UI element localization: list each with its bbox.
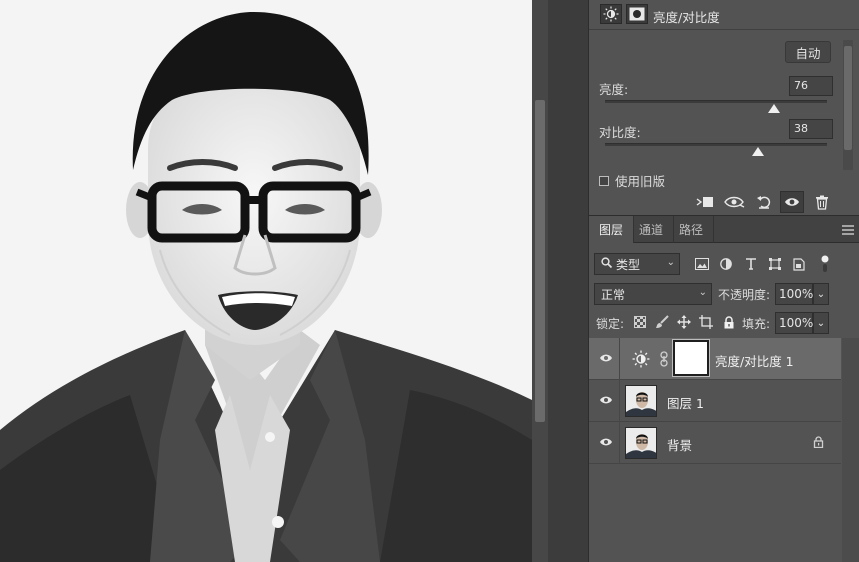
adjustment-sun-icon xyxy=(632,350,650,371)
use-legacy-checkbox[interactable] xyxy=(599,175,609,186)
brightness-slider-thumb[interactable] xyxy=(767,104,780,113)
layer-thumbnail[interactable] xyxy=(625,427,657,459)
layer-lock-icon xyxy=(813,436,824,451)
panel-dock-strip xyxy=(548,0,588,562)
reset-icon[interactable] xyxy=(752,191,776,213)
auto-button[interactable]: 自动 xyxy=(785,41,831,63)
fill-label: 填充: xyxy=(742,317,771,331)
contrast-label: 对比度: xyxy=(599,125,641,140)
mask-icon[interactable] xyxy=(626,4,648,24)
lock-all-icon[interactable] xyxy=(720,314,738,330)
layer-name[interactable]: 背景 xyxy=(667,435,692,454)
opacity-input[interactable]: 100% xyxy=(775,283,813,305)
search-icon xyxy=(601,257,613,271)
contrast-slider-track[interactable] xyxy=(605,143,827,146)
layer-filter-value: 类型 xyxy=(616,257,641,272)
panel-menu-icon[interactable] xyxy=(842,224,854,238)
portrait-photo xyxy=(0,0,532,562)
layer-visibility-icon[interactable] xyxy=(597,351,615,365)
lock-artboard-icon[interactable] xyxy=(697,314,715,330)
properties-title: 亮度/对比度 xyxy=(653,10,720,25)
lock-transparent-pixels-icon[interactable] xyxy=(631,314,649,330)
properties-toolbar xyxy=(589,188,859,216)
layer-mask-thumbnail[interactable] xyxy=(672,339,710,377)
opacity-label: 不透明度: xyxy=(718,288,771,302)
brightness-slider-track[interactable] xyxy=(605,100,827,103)
properties-panel-body: 自动 亮度: 76 对比度: 38 使用旧版 xyxy=(589,30,859,190)
type-layer-filter-icon[interactable] xyxy=(742,256,760,272)
smart-object-filter-icon[interactable] xyxy=(790,256,808,272)
properties-panel-header: 亮度/对比度 xyxy=(589,0,859,30)
tab-paths[interactable]: 路径 xyxy=(669,216,715,243)
chevron-down-icon: ⌄ xyxy=(816,288,826,300)
brightness-input[interactable]: 76 xyxy=(789,76,833,96)
document-canvas[interactable] xyxy=(0,0,532,562)
filter-toggle-icon[interactable] xyxy=(816,255,834,272)
contrast-slider-thumb[interactable] xyxy=(752,147,765,156)
view-previous-icon[interactable] xyxy=(723,191,747,213)
fill-input[interactable]: 100% xyxy=(775,312,813,334)
opacity-dropdown[interactable]: ⌄ xyxy=(813,283,829,305)
pixel-layer-filter-icon[interactable] xyxy=(693,256,711,272)
chevron-down-icon: ⌄ xyxy=(816,317,826,329)
tab-layers[interactable]: 图层 xyxy=(589,216,635,243)
layer-name[interactable]: 图层 1 xyxy=(667,393,704,412)
canvas-vertical-scrollbar[interactable] xyxy=(532,0,548,562)
lock-image-pixels-icon[interactable] xyxy=(653,314,671,330)
lock-label: 锁定: xyxy=(596,317,625,331)
properties-scrollbar[interactable] xyxy=(843,40,853,170)
blend-mode-select[interactable]: 正常 ⌄ xyxy=(594,283,712,305)
contrast-input[interactable]: 38 xyxy=(789,119,833,139)
chevron-down-icon: ⌄ xyxy=(698,287,707,298)
layers-panel-tabs: 图层 通道 路径 xyxy=(589,216,859,243)
layer-visibility-icon[interactable] xyxy=(597,393,615,407)
layers-scrollbar[interactable] xyxy=(842,338,859,562)
adjustment-sun-icon[interactable] xyxy=(600,4,622,24)
layer-row-background[interactable]: 背景 xyxy=(589,422,841,464)
scrollbar-thumb[interactable] xyxy=(844,46,852,150)
adjustment-layer-filter-icon[interactable] xyxy=(717,256,735,272)
layer-divider xyxy=(619,338,620,380)
layer-filter-select[interactable]: 类型 ⌄ xyxy=(594,253,680,275)
brightness-label: 亮度: xyxy=(599,82,629,97)
layer-row-brightness-contrast[interactable]: 亮度/对比度 1 xyxy=(589,338,841,380)
chain-link-icon[interactable] xyxy=(660,351,668,370)
shape-layer-filter-icon[interactable] xyxy=(766,256,784,272)
blend-mode-value: 正常 xyxy=(601,287,626,302)
clip-to-layer-icon[interactable] xyxy=(693,191,717,213)
layer-name[interactable]: 亮度/对比度 1 xyxy=(715,351,794,370)
right-panel-dock: 亮度/对比度 自动 亮度: 76 对比度: 38 使用旧版 图层 通道 路径 类… xyxy=(588,0,859,562)
layer-divider xyxy=(619,422,620,464)
tab-channels[interactable]: 通道 xyxy=(629,216,675,243)
layer-row-layer-1[interactable]: 图层 1 xyxy=(589,380,841,422)
fill-dropdown[interactable]: ⌄ xyxy=(813,312,829,334)
visibility-icon[interactable] xyxy=(780,191,804,213)
layer-visibility-icon[interactable] xyxy=(597,435,615,449)
lock-position-icon[interactable] xyxy=(675,314,693,330)
chevron-down-icon: ⌄ xyxy=(666,257,675,268)
scrollbar-thumb[interactable] xyxy=(535,100,545,422)
delete-icon[interactable] xyxy=(810,191,834,213)
layer-thumbnail[interactable] xyxy=(625,385,657,417)
layer-divider xyxy=(619,380,620,422)
